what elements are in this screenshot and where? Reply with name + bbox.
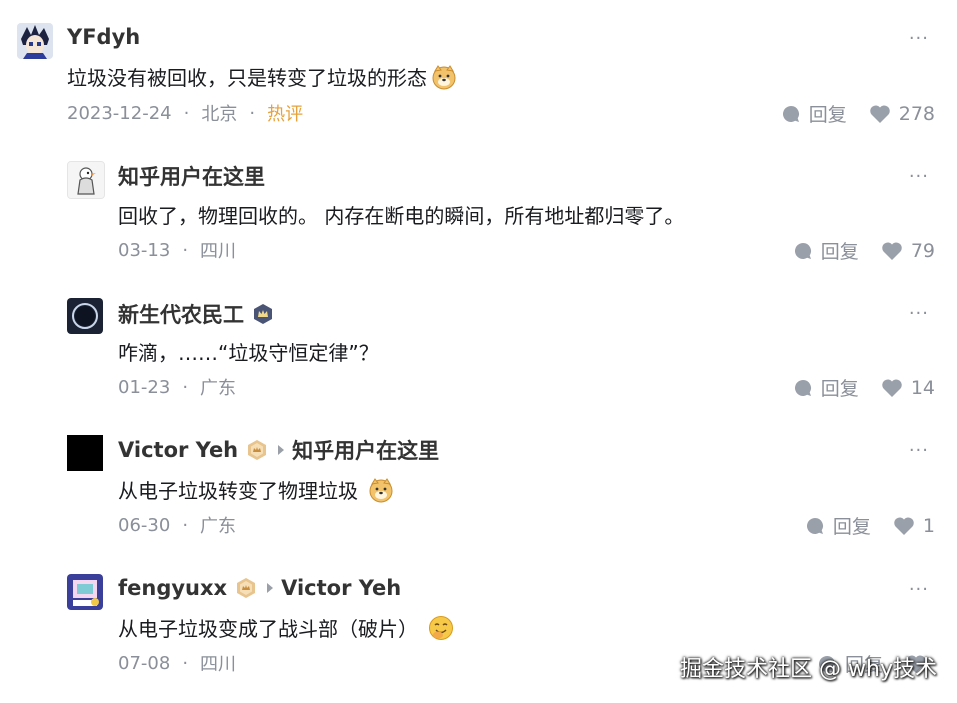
comment-meta: 03-13 · 四川	[118, 237, 236, 263]
reply-to-name[interactable]: 知乎用户在这里	[292, 435, 439, 465]
reply-bubble-icon	[794, 242, 811, 259]
author-name-text[interactable]: 知乎用户在这里	[118, 161, 265, 191]
reply-label[interactable]: 回复	[833, 512, 871, 539]
comment-actions: 回复 278	[781, 100, 935, 127]
gold-badge-icon	[248, 440, 267, 460]
comment-item: YFdyh ··· 垃圾没有被回收，只是转变了垃圾的形态 2023-12-24 …	[0, 0, 957, 140]
like-count: 14	[910, 376, 935, 399]
comment-text-content: 垃圾没有被回收，只是转变了垃圾的形态	[67, 66, 427, 90]
meta-separator: ·	[182, 239, 189, 261]
meta-separator: ·	[183, 102, 190, 124]
reply-to-name[interactable]: Victor Yeh	[281, 576, 401, 600]
like-count: 278	[898, 102, 935, 125]
comment-location: 北京	[201, 104, 238, 125]
comment-location: 广东	[200, 516, 237, 537]
reply-label[interactable]: 回复	[809, 100, 847, 127]
comment-meta: 01-23 · 广东	[118, 374, 236, 400]
author-name[interactable]: 知乎用户在这里	[118, 163, 265, 189]
doge-emoji-icon	[432, 65, 456, 90]
comment-text: 从电子垃圾转变了物理垃圾	[118, 475, 394, 504]
author-name[interactable]: Victor Yeh 知乎用户在这里	[118, 437, 439, 463]
comment-text: 回收了，物理回收的。 内存在断电的瞬间，所有地址都归零了。	[118, 200, 684, 229]
comment-location: 四川	[200, 654, 237, 675]
like-button[interactable]: 278	[869, 103, 935, 125]
reply-bubble-icon	[794, 379, 811, 396]
like-button[interactable]: 79	[881, 240, 935, 262]
like-count: 1	[922, 514, 935, 537]
comment-text: 从电子垃圾变成了战斗部（破片）	[118, 613, 454, 642]
more-options-icon[interactable]: ···	[909, 303, 929, 324]
comment-text: 垃圾没有被回收，只是转变了垃圾的形态	[67, 62, 457, 91]
doge-emoji-icon	[369, 478, 393, 503]
reply-bubble-icon	[806, 517, 823, 534]
avatar[interactable]	[67, 161, 105, 199]
more-options-icon[interactable]: ···	[909, 166, 929, 187]
more-options-icon[interactable]: ···	[909, 440, 929, 461]
heart-icon	[869, 104, 890, 123]
comment-text-content: 从电子垃圾转变了物理垃圾	[118, 479, 358, 503]
comment-text: 咋滴，……“垃圾守恒定律”？	[118, 337, 379, 366]
reply-label[interactable]: 回复	[821, 374, 859, 401]
reply-to-arrow-icon	[267, 583, 274, 593]
comment-actions: 回复 14	[793, 374, 935, 401]
comment-item: Victor Yeh 知乎用户在这里 ··· 从电子垃圾转变了物理垃圾 06-3…	[0, 414, 957, 551]
heart-icon	[882, 378, 902, 397]
reply-button[interactable]: 回复	[793, 237, 859, 264]
reply-button[interactable]: 回复	[793, 374, 859, 401]
more-options-icon[interactable]: ···	[909, 28, 929, 49]
crown-badge-icon	[254, 304, 272, 324]
comment-date: 03-13	[118, 239, 171, 261]
comment-item: 新生代农民工 ··· 咋滴，……“垃圾守恒定律”？ 01-23 · 广东 回复 …	[0, 277, 957, 414]
more-options-icon[interactable]: ···	[909, 579, 929, 600]
comment-location: 四川	[200, 241, 237, 262]
like-button[interactable]: 1	[893, 515, 935, 537]
comment-meta: 06-30 · 广东	[118, 512, 236, 538]
hot-comment-tag: 热评	[267, 104, 304, 125]
comment-meta: 2023-12-24 · 北京 · 热评	[67, 100, 303, 126]
author-name[interactable]: fengyuxx Victor Yeh	[118, 575, 401, 601]
comment-location: 广东	[200, 378, 237, 399]
comment-text-content: 咋滴，……“垃圾守恒定律”？	[118, 341, 379, 365]
like-button[interactable]: 14	[881, 377, 935, 399]
author-name[interactable]: 新生代农民工	[118, 301, 274, 327]
avatar[interactable]	[67, 298, 103, 334]
comment-actions: 回复 1	[805, 512, 935, 539]
reply-button[interactable]: 回复	[805, 512, 871, 539]
heart-icon	[882, 241, 902, 260]
author-name-text[interactable]: 新生代农民工	[118, 299, 244, 329]
gold-badge-icon	[237, 578, 256, 598]
comment-item: 知乎用户在这里 ··· 回收了，物理回收的。 内存在断电的瞬间，所有地址都归零了…	[0, 140, 957, 277]
watermark-text: 掘金技术社区 @ why技术	[680, 657, 937, 682]
comment-date: 01-23	[118, 376, 171, 398]
meta-separator: ·	[182, 376, 189, 398]
comment-date: 07-08	[118, 652, 171, 674]
comment-text-content: 从电子垃圾变成了战斗部（破片）	[118, 617, 418, 641]
comment-actions: 回复 79	[793, 237, 935, 264]
reply-label[interactable]: 回复	[821, 237, 859, 264]
reply-bubble-icon	[782, 105, 799, 122]
avatar[interactable]	[67, 435, 103, 471]
comment-text-content: 回收了，物理回收的。 内存在断电的瞬间，所有地址都归零了。	[118, 204, 685, 228]
meta-separator: ·	[182, 514, 189, 536]
meta-separator: ·	[182, 652, 189, 674]
heart-icon	[894, 516, 914, 535]
avatar[interactable]	[67, 574, 103, 610]
comment-date: 2023-12-24	[67, 102, 172, 124]
reply-button[interactable]: 回复	[781, 100, 847, 127]
comment-meta: 07-08 · 四川	[118, 650, 236, 676]
avatar[interactable]	[17, 23, 53, 59]
meta-separator: ·	[249, 102, 256, 124]
like-count: 79	[910, 239, 935, 262]
author-name-text[interactable]: YFdyh	[67, 25, 140, 49]
author-name-text[interactable]: fengyuxx	[118, 576, 227, 600]
shy-laugh-emoji-icon	[429, 616, 454, 640]
comment-date: 06-30	[118, 514, 171, 536]
author-name[interactable]: YFdyh	[67, 24, 140, 50]
reply-to-arrow-icon	[278, 445, 285, 455]
author-name-text[interactable]: Victor Yeh	[118, 438, 238, 462]
